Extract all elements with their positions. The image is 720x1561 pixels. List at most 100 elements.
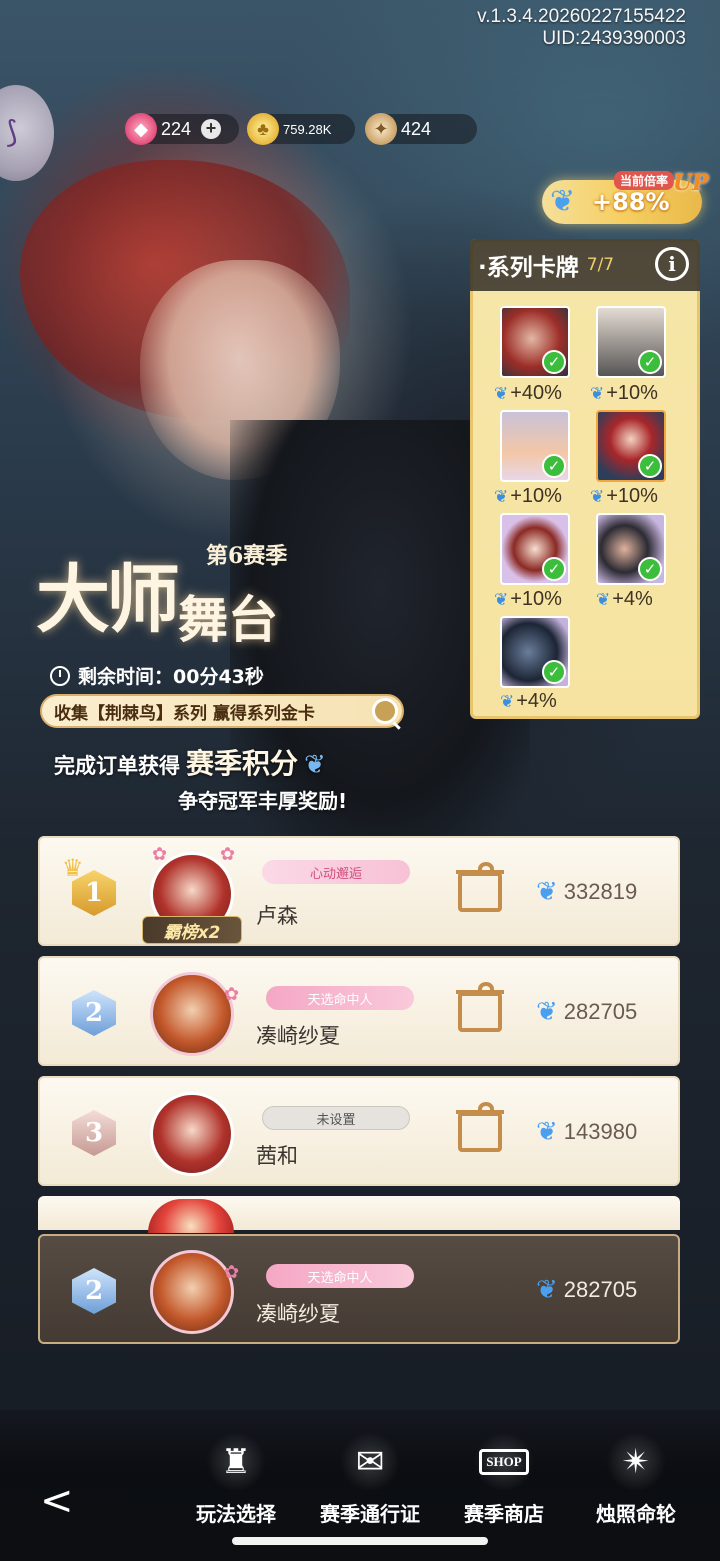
- butterfly-icon: ❦: [304, 750, 326, 780]
- back-button[interactable]: <: [40, 1478, 74, 1524]
- flower-decoration: ✿: [152, 844, 168, 865]
- score: ❦ 282705: [536, 1274, 638, 1304]
- check-icon: ✓: [542, 557, 566, 581]
- ranking-row-partial: [38, 1196, 680, 1230]
- season-number: 第6赛季: [206, 543, 288, 569]
- gift-icon[interactable]: [456, 1102, 504, 1152]
- nav-season-shop[interactable]: SHOP 赛季商店: [454, 1432, 554, 1527]
- title-badge: 未设置: [262, 1106, 410, 1130]
- coin-currency: ♣ 759.28K: [247, 113, 355, 145]
- ranking-row[interactable]: 2 ✿ 天选命中人 凑崎纱夏 ❦ 282705: [38, 956, 680, 1066]
- nav-label: 赛季商店: [464, 1502, 544, 1526]
- scroll-icon: ✉: [340, 1432, 400, 1492]
- uid-text: UID:2439390003: [542, 28, 686, 49]
- butterfly-icon: ❦: [536, 876, 558, 906]
- add-diamond-button[interactable]: +: [201, 119, 222, 139]
- series-panel-count: 7/7: [586, 255, 615, 275]
- compete-text: 争夺冠军丰厚奖励!: [178, 789, 348, 813]
- series-card-4[interactable]: ✓: [596, 410, 666, 482]
- ranking-row[interactable]: ♛ 1 ✿ ✿ 霸榜x2 心动邂逅 卢森 ❦ 332819: [38, 836, 680, 946]
- check-icon: ✓: [638, 350, 662, 374]
- nav-label: 烛照命轮: [596, 1502, 676, 1526]
- series-card-2[interactable]: ✓: [596, 306, 666, 378]
- diamond-value: 224: [161, 118, 192, 139]
- butterfly-icon: ❦: [596, 590, 611, 609]
- butterfly-icon: ❦: [536, 1274, 558, 1304]
- butterfly-icon: ❦: [494, 590, 509, 609]
- avatar[interactable]: [150, 1250, 234, 1334]
- shop-sign-icon: SHOP: [474, 1432, 534, 1492]
- series-card-6[interactable]: ✓: [596, 513, 666, 585]
- card-bonus-4: ❦ +10%: [590, 485, 658, 507]
- card-bonus-7: ❦ +4%: [500, 690, 557, 712]
- butterfly-icon: ❦: [500, 692, 515, 711]
- score: ❦ 282705: [536, 996, 638, 1026]
- butterfly-icon: ❦: [536, 1116, 558, 1146]
- butterfly-icon: ❦: [494, 384, 509, 403]
- flower-decoration: ✿: [224, 1262, 240, 1283]
- trophy-bear-icon: ♜: [206, 1432, 266, 1492]
- butterfly-icon: ❦: [494, 487, 509, 506]
- collect-series-bar[interactable]: 收集【荆棘鸟】系列 赢得系列金卡: [40, 694, 404, 728]
- player-name: 凑崎纱夏: [256, 1024, 340, 1048]
- butterfly-icon: ❦: [590, 384, 605, 403]
- rank-badge: 2: [72, 1268, 116, 1314]
- ranking-row[interactable]: 3 未设置 茜和 ❦ 143980: [38, 1076, 680, 1186]
- card-bonus-5: ❦ +10%: [494, 588, 562, 610]
- check-icon: ✓: [542, 660, 566, 684]
- nav-mode-select[interactable]: ♜ 玩法选择: [186, 1432, 286, 1527]
- nav-season-pass[interactable]: ✉ 赛季通行证: [320, 1432, 420, 1527]
- series-card-7[interactable]: ✓: [500, 616, 570, 688]
- gift-icon[interactable]: [456, 862, 504, 912]
- clock-icon: [50, 665, 70, 686]
- butterfly-icon: ❦: [590, 487, 605, 506]
- nav-label: 玩法选择: [196, 1502, 276, 1526]
- clover-coin-icon: ♣: [247, 113, 279, 145]
- info-button[interactable]: i: [655, 247, 689, 281]
- flower-decoration: ✿: [220, 844, 236, 865]
- nav-label: 赛季通行证: [320, 1502, 420, 1526]
- order-reward-line: 完成订单获得 赛季积分 ❦: [54, 742, 326, 782]
- timer-text: 剩余时间：00分43秒: [78, 666, 264, 688]
- title-badge: 天选命中人: [266, 1264, 414, 1288]
- player-name: 茜和: [256, 1144, 298, 1168]
- check-icon: ✓: [638, 454, 662, 478]
- series-card-3[interactable]: ✓: [500, 410, 570, 482]
- nav-fate-wheel[interactable]: ✴ 烛照命轮: [586, 1432, 686, 1527]
- star-icon: ✦: [365, 113, 397, 145]
- check-icon: ✓: [542, 454, 566, 478]
- series-card-5[interactable]: ✓: [500, 513, 570, 585]
- compass-icon: ✴: [606, 1432, 666, 1492]
- card-bonus-2: ❦ +10%: [590, 382, 658, 404]
- butterfly-icon: ❦: [536, 996, 558, 1026]
- multiplier-up: UP: [673, 170, 709, 196]
- star-currency: ✦ 424: [365, 113, 477, 145]
- search-icon[interactable]: [372, 698, 398, 724]
- remaining-timer: 剩余时间：00分43秒: [50, 662, 264, 689]
- coin-value: 759.28K: [283, 121, 332, 137]
- flower-decoration: ✿: [224, 984, 240, 1005]
- season-points-text: 赛季积分: [186, 747, 299, 780]
- collect-text: 收集【荆棘鸟】系列 赢得系列金卡: [54, 703, 315, 724]
- star-value: 424: [401, 118, 432, 139]
- avatar[interactable]: [150, 1092, 234, 1176]
- multiplier-value: +88%: [592, 188, 670, 216]
- title-badge: 天选命中人: [266, 986, 414, 1010]
- series-panel-title: ·系列卡牌: [478, 255, 579, 281]
- score: ❦ 332819: [536, 876, 638, 906]
- multiplier-tag: 当前倍率: [614, 171, 675, 190]
- gift-icon[interactable]: [456, 982, 504, 1032]
- series-card-1[interactable]: ✓: [500, 306, 570, 378]
- rank-badge: 2: [72, 990, 116, 1036]
- diamond-currency[interactable]: ◆ 224 +: [125, 113, 239, 145]
- order-prefix: 完成订单获得: [54, 754, 180, 778]
- home-indicator[interactable]: [232, 1537, 488, 1545]
- side-float-icon: ⟆: [6, 115, 18, 150]
- card-bonus-6: ❦ +4%: [596, 588, 653, 610]
- diamond-icon: ◆: [125, 113, 157, 145]
- avatar[interactable]: [150, 972, 234, 1056]
- check-icon: ✓: [542, 350, 566, 374]
- my-ranking-row[interactable]: 2 ✿ 天选命中人 凑崎纱夏 ❦ 282705: [38, 1234, 680, 1344]
- card-bonus-1: ❦ +40%: [494, 382, 562, 404]
- version-info: v.1.3.4.20260227155422 UID:2439390003: [477, 6, 686, 50]
